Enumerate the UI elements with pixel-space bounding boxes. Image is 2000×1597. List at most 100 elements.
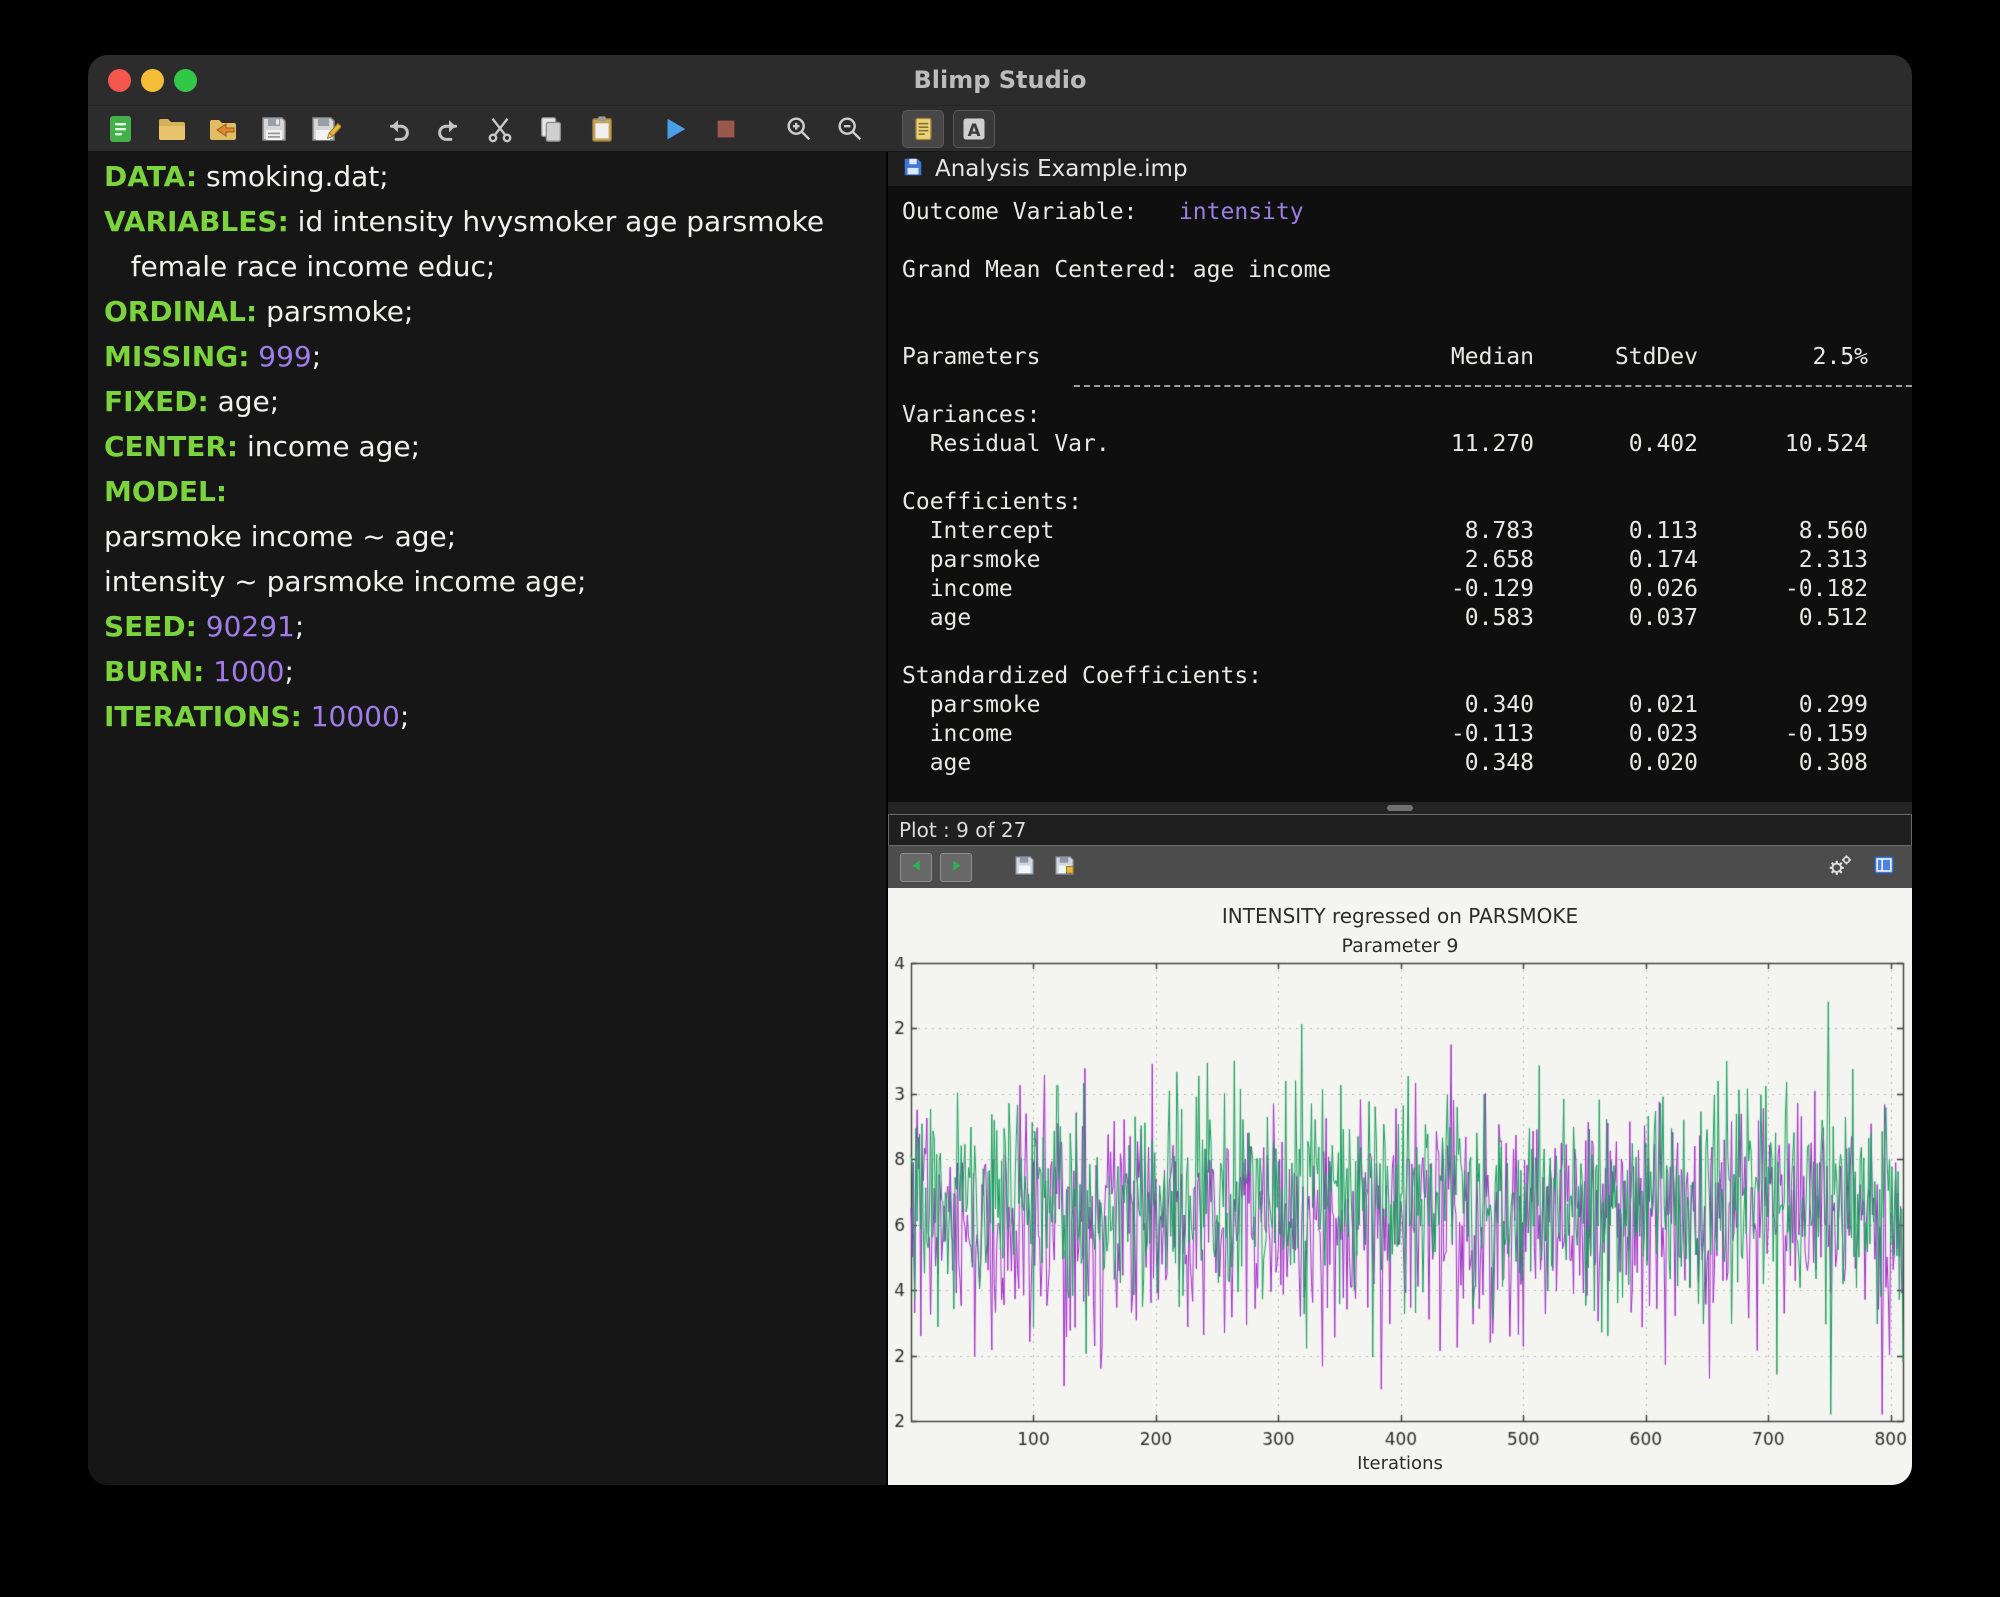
cut-button[interactable] bbox=[479, 110, 521, 148]
plot-title: INTENSITY regressed on PARSMOKE bbox=[1221, 904, 1579, 928]
trace-plot-canvas bbox=[888, 957, 1912, 1451]
output-line: Variances: bbox=[902, 402, 1041, 428]
zoom-in-button[interactable] bbox=[778, 110, 820, 148]
output-blank-line bbox=[902, 285, 1912, 314]
previous-plot-button[interactable] bbox=[900, 852, 932, 882]
tab-label: Analysis Example.imp bbox=[935, 156, 1188, 182]
save-all-plots-icon bbox=[1053, 854, 1076, 881]
save-all-plots-button[interactable] bbox=[1048, 852, 1080, 882]
code-line: ORDINAL: parsmoke; bbox=[104, 295, 414, 328]
code-line: VARIABLES: id intensity hvysmoker age pa… bbox=[104, 205, 825, 238]
output-table-row: parsmoke 2.658 0.174 2.313 bbox=[902, 547, 1868, 573]
scissors-icon bbox=[485, 114, 515, 144]
main-toolbar: A bbox=[88, 106, 1912, 152]
code-line: BURN: 1000; bbox=[104, 655, 294, 688]
output-blank-line bbox=[902, 633, 1912, 662]
output-table-row: Intercept 8.783 0.113 8.560 bbox=[902, 518, 1868, 544]
redo-button[interactable] bbox=[428, 110, 470, 148]
gears-icon bbox=[1827, 852, 1853, 882]
main-split: DATA: smoking.dat; VARIABLES: id intensit… bbox=[88, 152, 1912, 1485]
code-line: SEED: 90291; bbox=[104, 610, 305, 643]
splitter-handle[interactable] bbox=[1387, 805, 1413, 811]
right-pane: Analysis Example.imp Outcome Variable: i… bbox=[888, 152, 1912, 1485]
pane-splitter[interactable] bbox=[888, 802, 1912, 814]
new-file-button[interactable] bbox=[100, 110, 142, 148]
zoom-in-icon bbox=[784, 114, 814, 144]
paste-icon bbox=[587, 114, 617, 144]
copy-button[interactable] bbox=[530, 110, 572, 148]
app-window: Blimp Studio A DATA: smoking.dat; VARIABL… bbox=[88, 55, 1912, 1485]
output-table-row: income -0.113 0.023 -0.159 bbox=[902, 721, 1868, 747]
play-icon bbox=[660, 114, 690, 144]
undo-icon bbox=[383, 114, 413, 144]
output-table-row: income -0.129 0.026 -0.182 bbox=[902, 576, 1868, 602]
tab-analysis-example[interactable]: Analysis Example.imp bbox=[888, 152, 1202, 186]
stop-button[interactable] bbox=[705, 110, 747, 148]
run-button[interactable] bbox=[654, 110, 696, 148]
code-line: ITERATIONS: 10000; bbox=[104, 700, 410, 733]
save-icon bbox=[258, 113, 290, 145]
svg-text:A: A bbox=[968, 121, 981, 140]
close-window-button[interactable] bbox=[108, 68, 131, 92]
output-line: Grand Mean Centered: age income bbox=[902, 257, 1332, 283]
copy-icon bbox=[536, 114, 566, 144]
font-button[interactable]: A bbox=[953, 109, 995, 148]
zoom-out-icon bbox=[835, 114, 865, 144]
output-console[interactable]: Outcome Variable: intensity Grand Mean Ce… bbox=[888, 186, 1912, 802]
plot-toolbar bbox=[888, 846, 1912, 888]
next-plot-button[interactable] bbox=[940, 852, 972, 882]
code-line: intensity ~ parsmoke income age; bbox=[104, 565, 587, 598]
code-line: MISSING: 999; bbox=[104, 340, 322, 373]
plot-subtitle: Parameter 9 bbox=[1341, 935, 1459, 957]
import-file-button[interactable] bbox=[202, 110, 244, 148]
output-log-button[interactable] bbox=[902, 109, 944, 148]
font-icon: A bbox=[960, 115, 988, 143]
minimize-window-button[interactable] bbox=[141, 68, 164, 92]
code-line: FIXED: age; bbox=[104, 385, 280, 418]
output-divider bbox=[902, 372, 1912, 401]
save-plot-icon bbox=[1013, 854, 1036, 881]
file-save-icon bbox=[902, 156, 924, 182]
open-folder-icon bbox=[156, 113, 188, 145]
open-file-button[interactable] bbox=[151, 110, 193, 148]
code-line: female race income educ; bbox=[104, 250, 496, 283]
save-plot-button[interactable] bbox=[1008, 852, 1040, 882]
code-line: parsmoke income ~ age; bbox=[104, 520, 457, 553]
plot-display-button[interactable] bbox=[1868, 852, 1900, 882]
title-bar: Blimp Studio bbox=[88, 55, 1912, 106]
output-table-row: Residual Var. 11.270 0.402 10.524 bbox=[902, 431, 1868, 457]
undo-button[interactable] bbox=[377, 110, 419, 148]
stop-icon bbox=[711, 114, 741, 144]
plot-panel: INTENSITY regressed on PARSMOKE Paramete… bbox=[888, 888, 1912, 1485]
output-table-row: parsmoke 0.340 0.021 0.299 bbox=[902, 692, 1868, 718]
output-blank-line bbox=[902, 459, 1912, 488]
output-line: Standardized Coefficients: bbox=[902, 663, 1263, 689]
zoom-window-button[interactable] bbox=[174, 68, 197, 92]
window-title: Blimp Studio bbox=[913, 66, 1087, 94]
plot-toolbar-right bbox=[1824, 852, 1900, 882]
code-line: CENTER: income age; bbox=[104, 430, 421, 463]
code-line: DATA: smoking.dat; bbox=[104, 160, 389, 193]
prev-arrow-icon bbox=[909, 858, 924, 877]
output-table-row: age 0.583 0.037 0.512 bbox=[902, 605, 1868, 631]
output-blank-line bbox=[902, 227, 1912, 256]
next-arrow-icon bbox=[949, 858, 964, 877]
folder-arrow-icon bbox=[207, 113, 239, 145]
plot-settings-button[interactable] bbox=[1824, 852, 1856, 882]
output-table-row: age 0.348 0.020 0.308 bbox=[902, 750, 1868, 776]
save-as-button[interactable] bbox=[304, 110, 346, 148]
paste-button[interactable] bbox=[581, 110, 623, 148]
script-icon bbox=[909, 115, 937, 143]
window-controls bbox=[108, 55, 197, 105]
save-button[interactable] bbox=[253, 110, 295, 148]
zoom-out-button[interactable] bbox=[829, 110, 871, 148]
tab-bar: Analysis Example.imp bbox=[888, 152, 1912, 186]
redo-icon bbox=[434, 114, 464, 144]
new-file-icon bbox=[105, 113, 137, 145]
plot-counter: Plot : 9 of 27 bbox=[899, 818, 1027, 842]
output-line: Coefficients: bbox=[902, 489, 1083, 515]
plot-xlabel: Iterations bbox=[1357, 1453, 1443, 1474]
output-line: Outcome Variable: intensity bbox=[902, 199, 1304, 225]
save-as-icon bbox=[309, 113, 341, 145]
code-editor[interactable]: DATA: smoking.dat; VARIABLES: id intensit… bbox=[88, 152, 888, 1485]
